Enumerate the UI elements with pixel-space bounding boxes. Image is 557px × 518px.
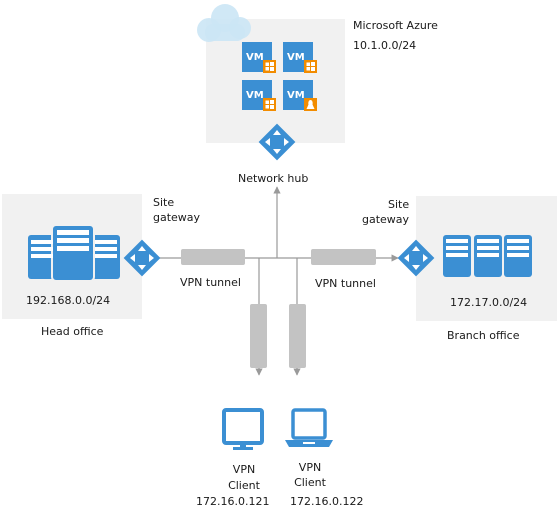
vm-label-1: VM: [246, 52, 264, 63]
client1-line2: Client: [228, 479, 260, 492]
network-hub-icon: [258, 123, 296, 161]
azure-title: Microsoft Azure: [353, 19, 438, 32]
head-office-gateway-label-line2: gateway: [153, 211, 201, 224]
azure-subnet: 10.1.0.0/24: [353, 39, 417, 52]
vm-label-3: VM: [246, 90, 264, 101]
head-office-subnet: 192.168.0.0/24: [26, 294, 111, 307]
vpn-tunnel-right: [311, 249, 376, 265]
client1-line1: VPN: [232, 463, 256, 476]
vm-label-4: VM: [287, 90, 305, 101]
diagram-canvas: [28, 4, 532, 450]
head-office-gateway-icon: [123, 239, 161, 277]
head-office-tunnel-label: VPN tunnel: [180, 276, 241, 289]
client2-ip: 172.16.0.122: [290, 495, 364, 508]
desktop-icon: [222, 408, 264, 450]
vpn-tunnel-client2: [289, 304, 306, 368]
client1-ip: 172.16.0.121: [196, 495, 270, 508]
vm-label-2: VM: [287, 52, 305, 63]
head-office-name: Head office: [41, 325, 104, 338]
client2-line2: Client: [294, 476, 326, 489]
head-office-servers-icon: [28, 224, 120, 282]
branch-office-name: Branch office: [447, 329, 520, 342]
branch-office-servers-icon: [443, 235, 532, 277]
branch-office-gateway-icon: [397, 239, 435, 277]
branch-office-gateway-label-line1: Site: [388, 198, 410, 211]
client2-line1: VPN: [298, 461, 322, 474]
branch-office-gateway-label-line2: gateway: [362, 213, 410, 226]
laptop-icon: [285, 408, 333, 447]
head-office-gateway-label-line1: Site: [153, 196, 175, 209]
branch-office-tunnel-label: VPN tunnel: [315, 277, 376, 290]
branch-office-subnet: 172.17.0.0/24: [450, 296, 528, 309]
network-hub-label: Network hub: [238, 172, 309, 185]
cloud-icon: [197, 4, 251, 42]
vpn-tunnel-client1: [250, 304, 267, 368]
vpn-tunnel-left: [181, 249, 245, 265]
